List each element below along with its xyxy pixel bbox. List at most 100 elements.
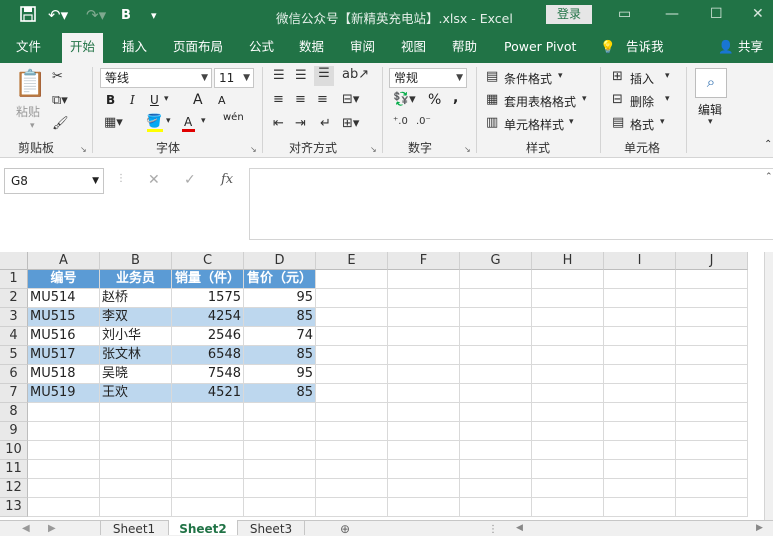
empty-cell[interactable] — [100, 441, 172, 460]
font-color-button[interactable]: A — [184, 115, 192, 129]
empty-cell[interactable] — [604, 479, 676, 498]
empty-cell[interactable] — [28, 479, 100, 498]
shrink-font-button[interactable]: A — [218, 94, 226, 107]
table-cell[interactable]: 王欢 — [100, 384, 172, 403]
table-cell[interactable]: MU519 — [28, 384, 100, 403]
prev-sheet-icon[interactable]: ◀ — [22, 523, 30, 534]
empty-cell[interactable] — [100, 479, 172, 498]
empty-cell[interactable] — [532, 384, 604, 403]
orientation-icon[interactable]: ab↗ — [342, 67, 369, 82]
align-left-icon[interactable]: ≡ — [273, 92, 284, 107]
table-cell[interactable]: 6548 — [172, 346, 244, 365]
table-header-cell[interactable]: 售价（元） — [244, 270, 316, 289]
empty-cell[interactable] — [532, 498, 604, 517]
column-header-G[interactable]: G — [460, 252, 532, 270]
tab-power-pivot[interactable]: Power Pivot — [504, 33, 576, 63]
row-header-6[interactable]: 6 — [0, 365, 28, 384]
empty-cell[interactable] — [676, 289, 748, 308]
empty-cell[interactable] — [532, 308, 604, 327]
table-cell[interactable]: 85 — [244, 384, 316, 403]
empty-cell[interactable] — [100, 460, 172, 479]
empty-cell[interactable] — [244, 498, 316, 517]
name-box[interactable]: G8 ▼ — [4, 168, 104, 194]
empty-cell[interactable] — [532, 403, 604, 422]
tab-file[interactable]: 文件 — [16, 33, 41, 63]
alignment-launcher-icon[interactable]: ↘ — [370, 145, 377, 154]
empty-cell[interactable] — [676, 346, 748, 365]
empty-cell[interactable] — [676, 498, 748, 517]
increase-indent-icon[interactable]: ⇥ — [295, 116, 306, 131]
cancel-icon[interactable]: ✕ — [148, 172, 160, 188]
empty-cell[interactable] — [316, 479, 388, 498]
tell-me-input[interactable]: 告诉我 — [626, 33, 664, 63]
empty-cell[interactable] — [460, 384, 532, 403]
increase-decimal-icon[interactable]: ⁺.0 — [393, 116, 408, 127]
column-header-D[interactable]: D — [244, 252, 316, 270]
row-header-12[interactable]: 12 — [0, 479, 28, 498]
column-header-B[interactable]: B — [100, 252, 172, 270]
empty-cell[interactable] — [676, 308, 748, 327]
chevron-down-icon[interactable]: ▾ — [665, 71, 670, 81]
empty-cell[interactable] — [532, 441, 604, 460]
empty-cell[interactable] — [460, 289, 532, 308]
empty-cell[interactable] — [388, 498, 460, 517]
empty-cell[interactable] — [316, 346, 388, 365]
accounting-format-icon[interactable]: 💱▾ — [393, 92, 416, 107]
empty-cell[interactable] — [604, 422, 676, 441]
empty-cell[interactable] — [676, 460, 748, 479]
empty-cell[interactable] — [244, 422, 316, 441]
decrease-decimal-icon[interactable]: .0⁻ — [416, 116, 431, 127]
empty-cell[interactable] — [28, 403, 100, 422]
table-cell[interactable]: 李双 — [100, 308, 172, 327]
tab-insert[interactable]: 插入 — [122, 33, 147, 63]
fill-color-icon[interactable]: 🪣 — [146, 114, 162, 129]
scroll-left-icon[interactable]: ◀ — [516, 523, 523, 533]
conditional-format-button[interactable]: 条件格式 — [504, 70, 552, 87]
tab-formulas[interactable]: 公式 — [249, 33, 274, 63]
wrap-text-icon[interactable]: ↵ — [320, 116, 331, 131]
empty-cell[interactable] — [316, 403, 388, 422]
empty-cell[interactable] — [460, 270, 532, 289]
empty-cell[interactable] — [316, 498, 388, 517]
row-header-7[interactable]: 7 — [0, 384, 28, 403]
number-launcher-icon[interactable]: ↘ — [464, 145, 471, 154]
empty-cell[interactable] — [316, 270, 388, 289]
empty-cell[interactable] — [388, 308, 460, 327]
empty-cell[interactable] — [532, 270, 604, 289]
delete-cells-button[interactable]: 删除 — [630, 93, 654, 110]
row-header-4[interactable]: 4 — [0, 327, 28, 346]
table-cell[interactable]: 赵桥 — [100, 289, 172, 308]
tab-data[interactable]: 数据 — [299, 33, 324, 63]
redo-icon[interactable]: ↷▾ — [86, 6, 106, 24]
empty-cell[interactable] — [28, 498, 100, 517]
empty-cell[interactable] — [316, 327, 388, 346]
vertical-scrollbar[interactable] — [764, 252, 773, 520]
format-icon[interactable]: ⊞▾ — [342, 116, 359, 131]
empty-cell[interactable] — [388, 384, 460, 403]
empty-cell[interactable] — [604, 384, 676, 403]
empty-cell[interactable] — [460, 365, 532, 384]
empty-cell[interactable] — [532, 327, 604, 346]
column-header-C[interactable]: C — [172, 252, 244, 270]
empty-cell[interactable] — [460, 308, 532, 327]
align-bottom-icon[interactable]: ☰ — [314, 66, 334, 86]
row-header-13[interactable]: 13 — [0, 498, 28, 517]
paste-button[interactable]: 粘贴 — [16, 103, 40, 120]
empty-cell[interactable] — [388, 365, 460, 384]
fill-dropdown-icon[interactable]: ▾ — [166, 116, 171, 126]
row-header-9[interactable]: 9 — [0, 422, 28, 441]
font-color-dropdown-icon[interactable]: ▾ — [201, 116, 206, 126]
empty-cell[interactable] — [676, 365, 748, 384]
share-button[interactable]: 共享 — [738, 33, 763, 63]
table-cell[interactable]: 85 — [244, 346, 316, 365]
expand-formula-icon[interactable]: ⌃ — [765, 172, 773, 182]
table-cell[interactable]: 刘小华 — [100, 327, 172, 346]
table-cell[interactable]: MU515 — [28, 308, 100, 327]
empty-cell[interactable] — [28, 460, 100, 479]
enter-icon[interactable]: ✓ — [184, 172, 196, 188]
column-header-H[interactable]: H — [532, 252, 604, 270]
align-right-icon[interactable]: ≡ — [317, 92, 328, 107]
table-cell[interactable]: 95 — [244, 365, 316, 384]
row-header-11[interactable]: 11 — [0, 460, 28, 479]
row-header-10[interactable]: 10 — [0, 441, 28, 460]
